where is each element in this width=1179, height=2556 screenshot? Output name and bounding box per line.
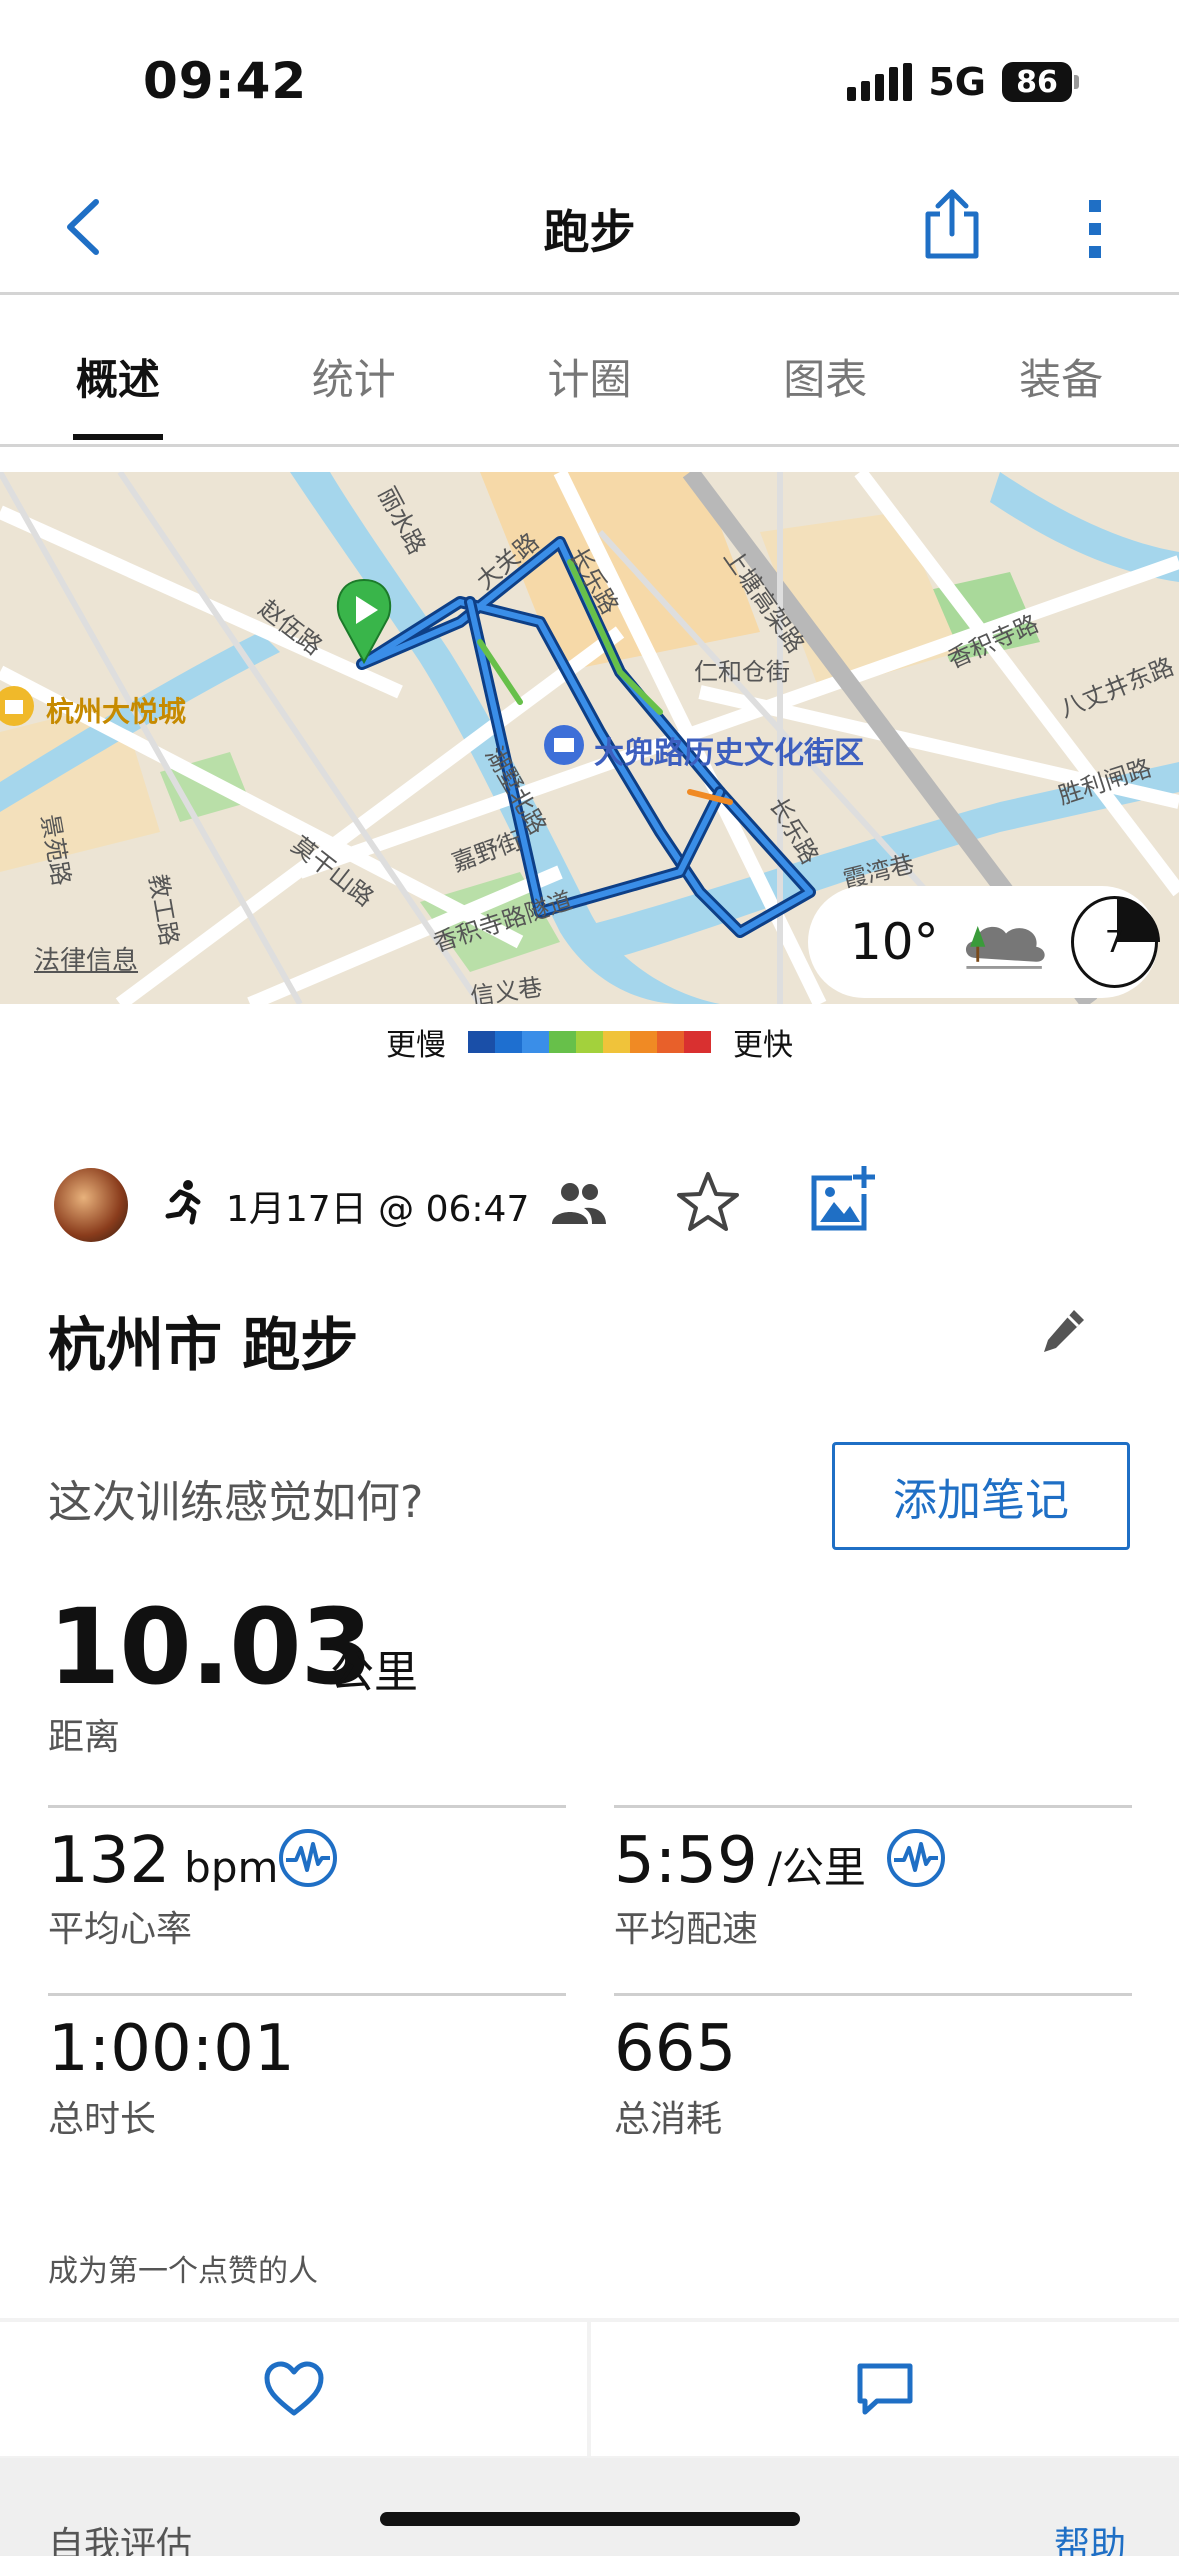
tab-bar: 概述 统计 计圈 图表 装备 bbox=[0, 296, 1179, 446]
moon-phase-icon: 7 bbox=[1070, 896, 1160, 988]
add-note-button[interactable]: 添加笔记 bbox=[832, 1442, 1130, 1550]
calories-label: 总消耗 bbox=[614, 2099, 723, 2140]
battery-icon: 86 bbox=[1002, 62, 1079, 102]
pace-label: 平均配速 bbox=[614, 1909, 759, 1950]
signal-icon bbox=[847, 63, 913, 101]
pace-legend: 更慢 更快 bbox=[0, 1020, 1179, 1064]
map-poi-street[interactable]: 大兜路历史文化街区 bbox=[594, 728, 864, 772]
comment-button[interactable] bbox=[591, 2322, 1179, 2456]
pace-unit: /公里 bbox=[767, 1843, 866, 1892]
heart-icon bbox=[264, 2361, 323, 2416]
like-button[interactable] bbox=[0, 2322, 587, 2456]
avg-pace: 5:59 /公里 bbox=[614, 1824, 866, 1898]
total-time-label: 总时长 bbox=[48, 2099, 157, 2140]
tab-stats[interactable]: 统计 bbox=[236, 296, 472, 446]
help-link[interactable]: 帮助 bbox=[1054, 2516, 1126, 2556]
page-title: 跑步 bbox=[543, 205, 636, 259]
battery-level: 86 bbox=[1002, 62, 1072, 102]
calories-value: 665 bbox=[614, 2012, 737, 2086]
total-time-value: 1:00:01 bbox=[48, 2012, 295, 2086]
legend-color-bar bbox=[468, 1031, 711, 1053]
heart-rate-label: 平均心率 bbox=[48, 1909, 193, 1950]
pace-chart-icon[interactable] bbox=[886, 1828, 946, 1888]
star-icon[interactable] bbox=[676, 1170, 740, 1234]
activity-title: 杭州市 跑步 bbox=[48, 1311, 359, 1379]
legend-swatch bbox=[522, 1031, 549, 1053]
legend-swatch bbox=[468, 1031, 495, 1053]
status-time: 09:42 bbox=[143, 52, 308, 110]
distance-label: 距离 bbox=[48, 1717, 121, 1758]
legend-swatch bbox=[495, 1031, 522, 1053]
legend-swatch bbox=[576, 1031, 603, 1053]
heart-rate-value: 132 bbox=[48, 1824, 171, 1898]
running-icon bbox=[165, 1180, 201, 1225]
add-photo-icon[interactable] bbox=[808, 1164, 878, 1234]
avatar[interactable] bbox=[54, 1168, 128, 1242]
cloud-icon bbox=[965, 925, 1045, 969]
legend-swatch bbox=[657, 1031, 684, 1053]
more-vertical-icon[interactable] bbox=[1080, 196, 1110, 262]
stat-divider bbox=[48, 1805, 566, 1808]
legend-swatch bbox=[549, 1031, 576, 1053]
weather-temperature: 10° bbox=[850, 913, 939, 971]
heart-rate-chart-icon[interactable] bbox=[278, 1828, 338, 1888]
tab-overview[interactable]: 概述 bbox=[0, 296, 236, 446]
stat-divider bbox=[48, 1993, 566, 1996]
legend-swatch bbox=[684, 1031, 711, 1053]
tab-charts[interactable]: 图表 bbox=[707, 296, 943, 446]
legend-fast: 更快 bbox=[733, 1028, 793, 1063]
nav-divider bbox=[0, 292, 1179, 295]
tab-gear[interactable]: 装备 bbox=[943, 296, 1179, 446]
avg-heart-rate: 132 bpm bbox=[48, 1824, 278, 1898]
distance-unit: 公里 bbox=[330, 1647, 418, 1698]
activity-datetime: 1月17日 @ 06:47 bbox=[226, 1189, 530, 1230]
legend-swatch bbox=[630, 1031, 657, 1053]
stat-divider bbox=[614, 1993, 1132, 1996]
legal-info-link[interactable]: 法律信息 bbox=[34, 940, 138, 977]
legend-swatch bbox=[603, 1031, 630, 1053]
moon-phase-value: 7 bbox=[1104, 924, 1124, 960]
feel-prompt: 这次训练感觉如何? bbox=[48, 1477, 424, 1528]
map-label: 仁和仓街 bbox=[694, 658, 790, 686]
pace-value: 5:59 bbox=[614, 1824, 758, 1898]
comment-icon bbox=[857, 2363, 913, 2415]
network-type: 5G bbox=[928, 60, 986, 104]
stat-divider bbox=[614, 1805, 1132, 1808]
legend-slow: 更慢 bbox=[386, 1028, 446, 1063]
weather-badge[interactable]: 10° 7 bbox=[808, 886, 1160, 998]
home-indicator[interactable] bbox=[380, 2512, 800, 2526]
like-prompt: 成为第一个点赞的人 bbox=[48, 2254, 318, 2289]
share-icon[interactable] bbox=[920, 186, 984, 262]
status-indicators: 5G 86 bbox=[847, 60, 1079, 104]
distance-value: 10.03 bbox=[48, 1586, 373, 1708]
tab-divider bbox=[0, 444, 1179, 447]
tab-laps[interactable]: 计圈 bbox=[472, 296, 708, 446]
people-icon[interactable] bbox=[548, 1180, 608, 1226]
self-eval-label: 自我评估 bbox=[48, 2525, 193, 2556]
heart-rate-unit: bpm bbox=[184, 1843, 279, 1892]
map-poi-mall[interactable]: 杭州大悦城 bbox=[46, 690, 186, 730]
edit-pencil-icon[interactable] bbox=[1040, 1306, 1088, 1358]
